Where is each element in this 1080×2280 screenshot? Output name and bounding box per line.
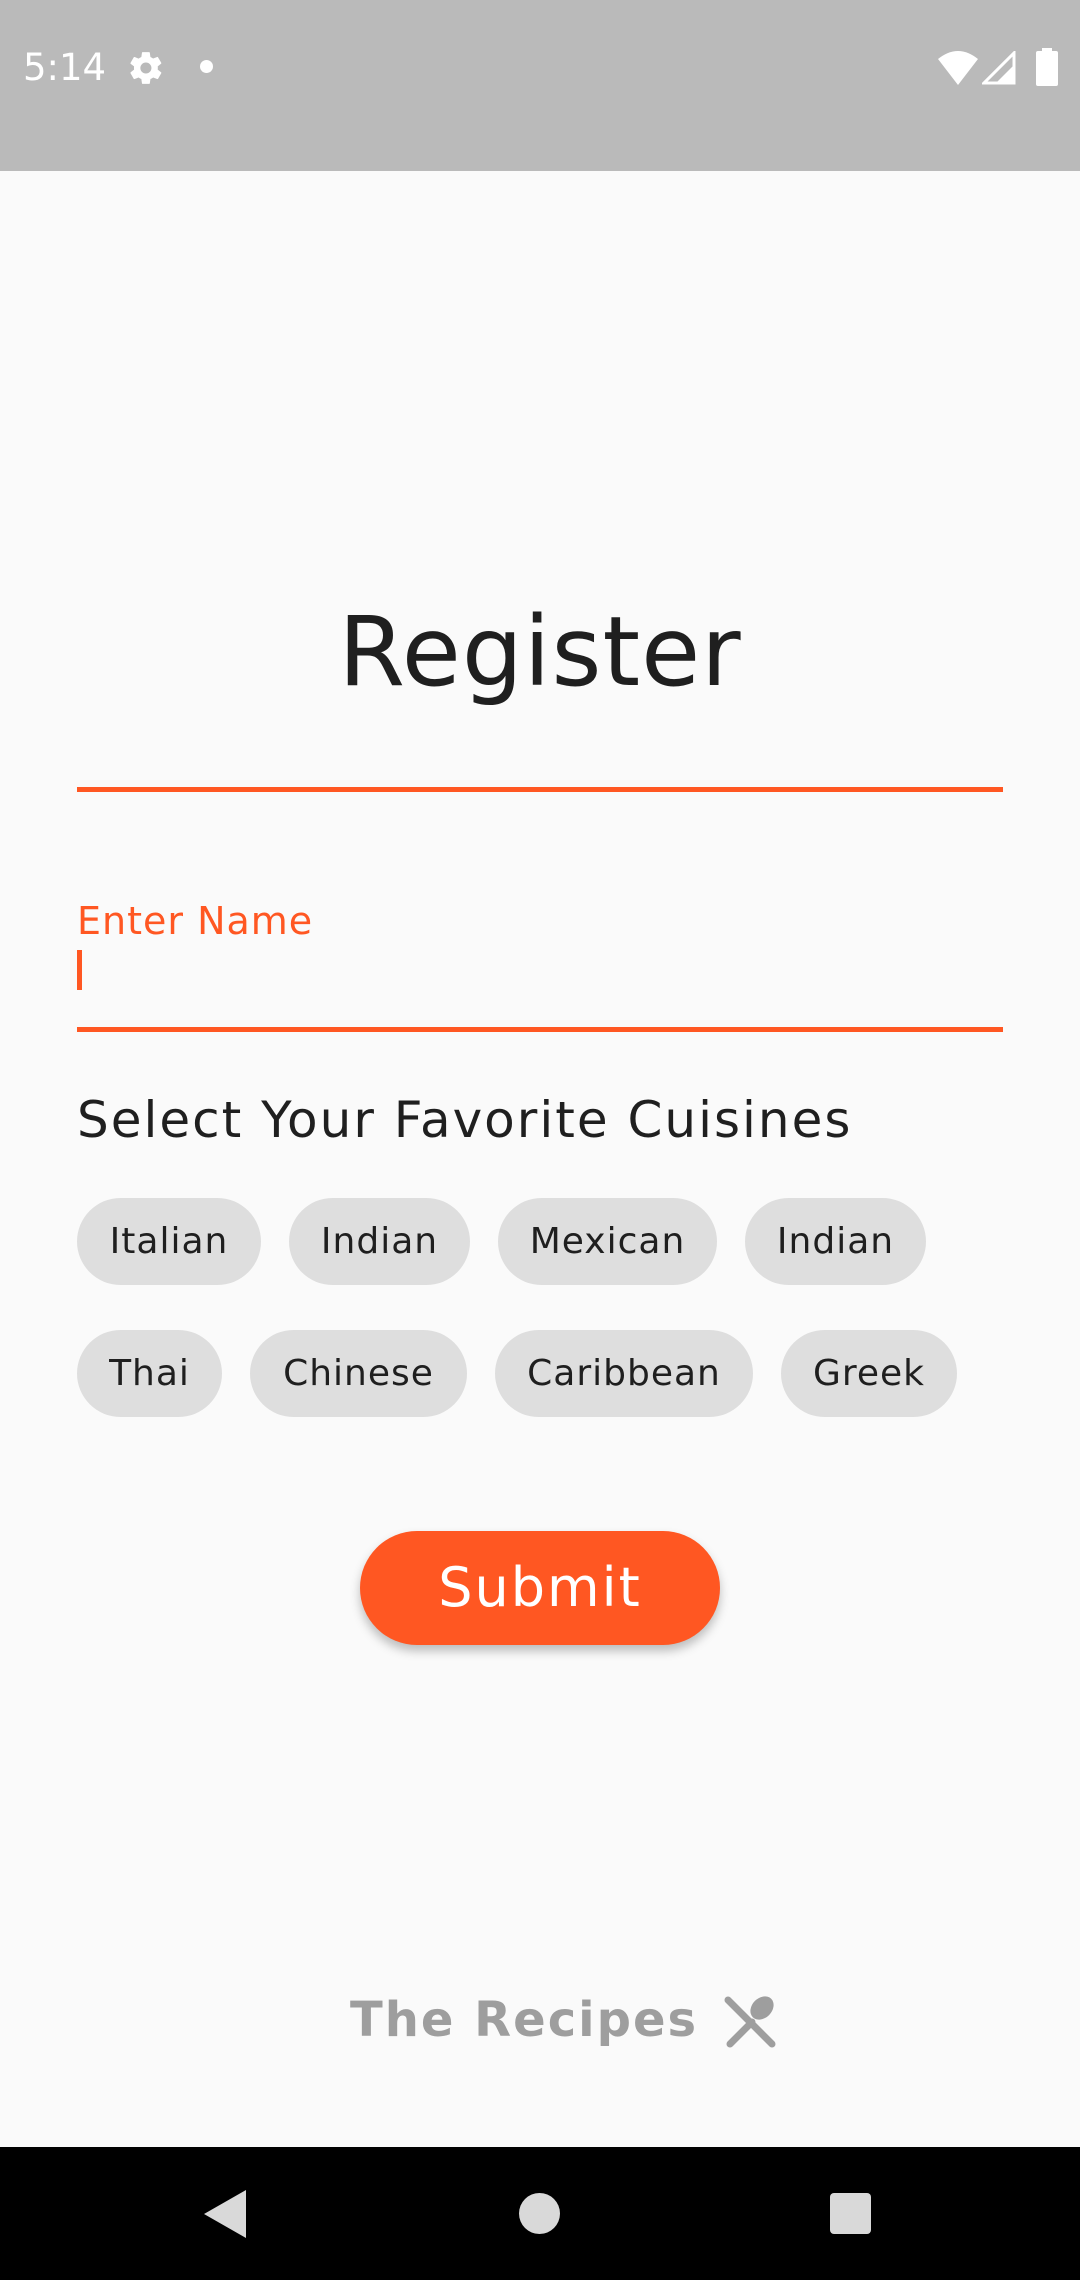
footer-brand-text: The Recipes <box>350 1992 699 2048</box>
home-icon[interactable] <box>519 2193 560 2234</box>
navigation-bar <box>0 2147 1080 2280</box>
title-divider <box>77 787 1003 792</box>
fork-spoon-icon <box>724 1996 776 2048</box>
battery-icon <box>1036 48 1058 86</box>
cuisine-chip-mexican[interactable]: Mexican <box>498 1198 717 1285</box>
submit-button[interactable]: Submit <box>360 1531 720 1645</box>
cuisines-heading: Select Your Favorite Cuisines <box>77 1091 853 1149</box>
name-field[interactable]: Enter Name <box>77 890 1003 1032</box>
cuisine-chip-caribbean[interactable]: Caribbean <box>495 1330 753 1417</box>
name-input[interactable] <box>77 950 1003 1020</box>
cuisine-chip-italian[interactable]: Italian <box>77 1198 261 1285</box>
gear-icon <box>130 52 162 84</box>
cuisine-chip-indian[interactable]: Indian <box>289 1198 470 1285</box>
name-field-label: Enter Name <box>77 899 314 943</box>
cell-signal-icon <box>982 51 1016 85</box>
cuisine-chip-greek[interactable]: Greek <box>781 1330 957 1417</box>
notification-dot-icon <box>200 60 213 73</box>
back-icon[interactable] <box>204 2190 246 2238</box>
footer-brand: The Recipes <box>350 1985 778 2055</box>
status-time: 5:14 <box>23 46 107 89</box>
page-title: Register <box>338 596 742 708</box>
status-bar: 5:14 <box>0 0 1080 171</box>
cuisine-chip-indian-2[interactable]: Indian <box>745 1198 926 1285</box>
recents-icon[interactable] <box>830 2193 871 2234</box>
name-field-underline <box>77 1027 1003 1032</box>
cuisine-chip-chinese[interactable]: Chinese <box>250 1330 467 1417</box>
cuisine-chip-thai[interactable]: Thai <box>77 1330 222 1417</box>
wifi-icon <box>938 51 978 85</box>
text-cursor <box>77 950 82 990</box>
